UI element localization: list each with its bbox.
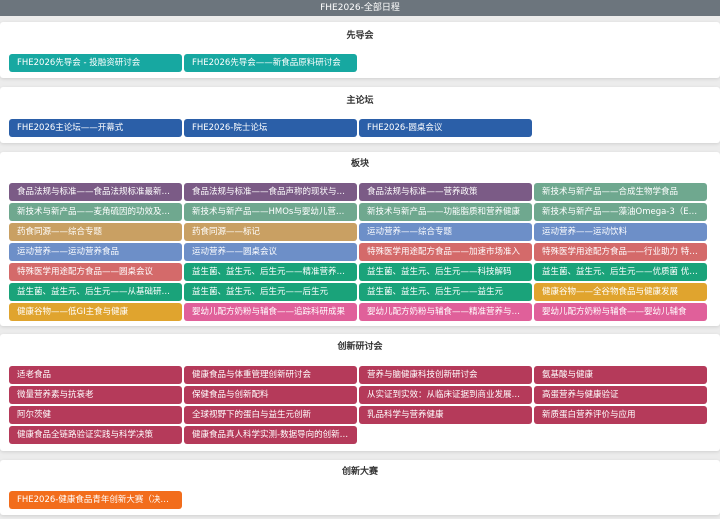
section-title: 创新研讨会 — [337, 342, 383, 352]
session-chip[interactable]: 药食同源——标记 — [184, 223, 357, 241]
section-title: 板块 — [350, 159, 369, 169]
session-chip[interactable]: FHE2026-圆桌会议 — [359, 119, 532, 137]
section-1: 主论坛 FHE2026主论坛——开幕式 FHE2026-院士论坛 FHE2026-圆桌… — [0, 87, 720, 143]
session-chip[interactable]: 健康食品与体重管理创新研讨会 — [184, 366, 357, 384]
session-chip[interactable]: 高蛋营养与健康验证 — [534, 386, 707, 404]
session-chip[interactable]: 全球视野下的蛋白与益生元创新 — [184, 406, 357, 424]
session-chip[interactable]: 药食同源——综合专题 — [9, 223, 182, 241]
session-chip[interactable]: FHE2026先导会——新食品原料研讨会 — [184, 54, 357, 72]
session-chip[interactable]: 运动营养——运动饮料 — [534, 223, 707, 241]
session-chip[interactable]: 运动营养——运动营养食品 — [9, 243, 182, 261]
session-chip[interactable]: 婴幼儿配方奶粉与辅食——追踪科研成果 — [184, 303, 357, 321]
session-chip[interactable]: 益生菌、益生元、后生元——精准营养与健康 — [184, 263, 357, 281]
session-chip[interactable]: 益生菌、益生元、后生元——益生元 — [359, 283, 532, 301]
section-title: 创新大赛 — [341, 467, 378, 477]
section-2: 板块食品法规与标准——食品法规标准最新进展 食品法规与标准——食品声称的现状与挑战… — [0, 152, 720, 326]
session-chip[interactable]: 健康食品真人科学实测-数据导向的创新方案 — [184, 426, 357, 444]
section-3: 创新研讨会适老食品 健康食品与体重管理创新研讨会 营养与脑健康科技创新研讨会 氨基酸与… — [0, 334, 720, 451]
session-chip[interactable]: 阿尔茨健 — [9, 406, 182, 424]
session-chip[interactable]: 从实证到实效：从临床证据到商业发展的路径 — [359, 386, 532, 404]
session-chip[interactable]: 特殊医学用途配方食品——加速市场准入 — [359, 243, 532, 261]
session-chip[interactable]: 运动营养——综合专题 — [359, 223, 532, 241]
session-chip[interactable]: 食品法规与标准——食品声称的现状与挑战 — [184, 183, 357, 201]
session-chip[interactable]: 健康食品全链路验证实践与科学决策 — [9, 426, 182, 444]
session-chip[interactable]: 新技术与新产品——藻油Omega-3（EPA/DHA） — [534, 203, 707, 221]
session-chip[interactable]: 新技术与新产品——合成生物学食品 — [534, 183, 707, 201]
session-chip[interactable]: FHE2026-健康食品青年创新大赛（决赛） — [9, 491, 182, 509]
session-chip[interactable]: 乳品科学与营养健康 — [359, 406, 532, 424]
session-chip[interactable]: 微量营养素与抗衰老 — [9, 386, 182, 404]
session-chip[interactable]: 益生菌、益生元、后生元——后生元 — [184, 283, 357, 301]
session-chip[interactable]: 氨基酸与健康 — [534, 366, 707, 384]
session-chip[interactable]: 营养与脑健康科技创新研讨会 — [359, 366, 532, 384]
session-chip[interactable]: 婴幼儿配方奶粉与辅食——婴幼儿辅食 — [534, 303, 707, 321]
session-chip[interactable]: 特殊医学用途配方食品——行业助力 特医食品 — [534, 243, 707, 261]
session-chip[interactable]: FHE2026先导会 - 投融资研讨会 — [9, 54, 182, 72]
session-chip[interactable]: 新技术与新产品——HMOs与婴幼儿营养新突破 — [184, 203, 357, 221]
session-chip[interactable]: 保健食品与创新配料 — [184, 386, 357, 404]
session-chip[interactable]: 新质蛋白营养评价与应用 — [534, 406, 707, 424]
session-chip[interactable]: 新技术与新产品——功能脂质和营养健康 — [359, 203, 532, 221]
section-title: 主论坛 — [346, 96, 374, 106]
session-chip[interactable]: 益生菌、益生元、后生元——从基础研究到 — [9, 283, 182, 301]
session-chip[interactable]: 食品法规与标准——食品法规标准最新进展 — [9, 183, 182, 201]
section-title: 先导会 — [346, 31, 374, 41]
session-chip[interactable]: FHE2026-院士论坛 — [184, 119, 357, 137]
session-chip[interactable]: 运动营养——圆桌会议 — [184, 243, 357, 261]
session-chip[interactable]: 食品法规与标准——营养政策 — [359, 183, 532, 201]
session-chip[interactable]: 特殊医学用途配方食品——圆桌会议 — [9, 263, 182, 281]
section-0: 先导会 FHE2026先导会 - 投融资研讨会 FHE2026先导会——新食品原料研… — [0, 22, 720, 78]
section-4: 创新大赛 FHE2026-健康食品青年创新大赛（决赛） — [0, 460, 720, 515]
session-chip[interactable]: 适老食品 — [9, 366, 182, 384]
session-chip[interactable]: 益生菌、益生元、后生元——科技解码 — [359, 263, 532, 281]
page-title: FHE2026-全部日程 — [0, 0, 720, 16]
session-chip[interactable]: 益生菌、益生元、后生元——优质菌 优质产品 — [534, 263, 707, 281]
session-chip[interactable]: 婴幼儿配方奶粉与辅食——精准营养与新品 — [359, 303, 532, 321]
session-chip[interactable]: 健康谷物——全谷物食品与健康发展 — [534, 283, 707, 301]
session-chip[interactable]: FHE2026主论坛——开幕式 — [9, 119, 182, 137]
session-chip[interactable]: 新技术与新产品——麦角硫因的功效及应用 — [9, 203, 182, 221]
session-chip[interactable]: 健康谷物——低GI主食与健康 — [9, 303, 182, 321]
